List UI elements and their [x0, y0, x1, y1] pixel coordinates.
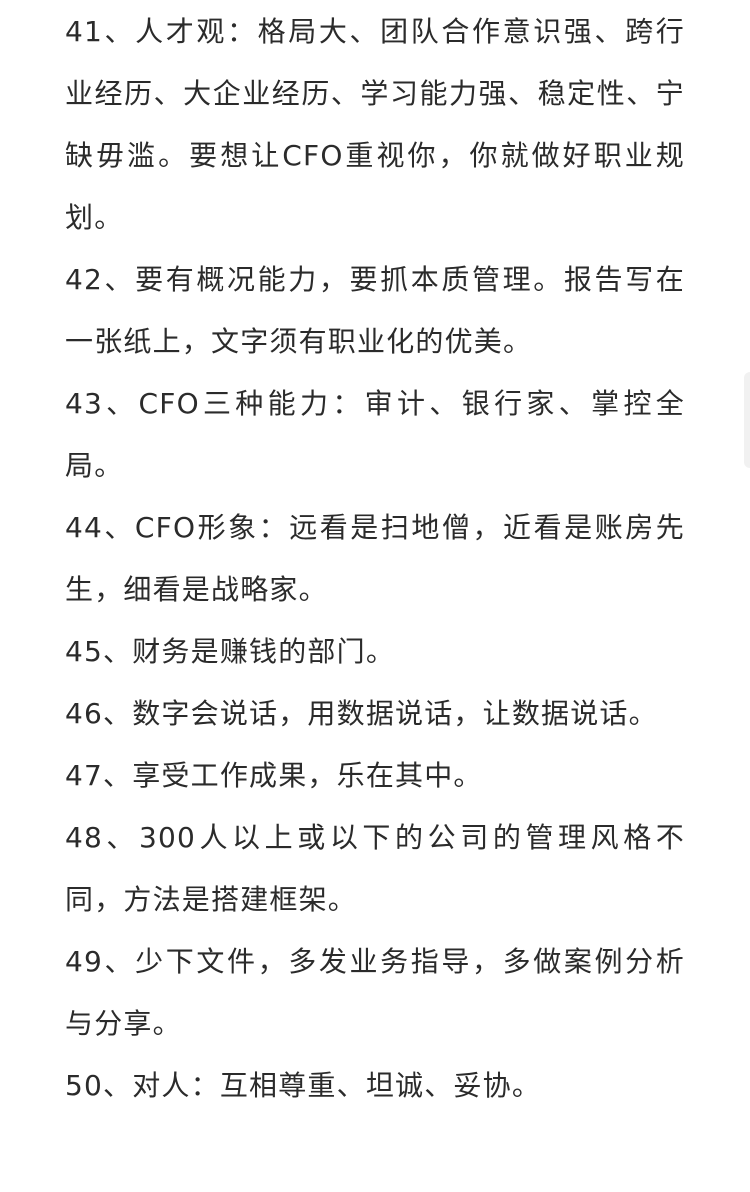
paragraph-43: 43、CFO三种能力：审计、银行家、掌控全局。: [65, 387, 685, 482]
paragraph-45: 45、财务是赚钱的部门。: [65, 635, 396, 668]
paragraph-50: 50、对人：互相尊重、坦诚、妥协。: [65, 1069, 542, 1102]
paragraph-49: 49、少下文件，多发业务指导，多做案例分析与分享。: [65, 945, 685, 1040]
side-edge-tab[interactable]: [744, 372, 750, 468]
paragraph-47: 47、享受工作成果，乐在其中。: [65, 759, 483, 792]
paragraph-41: 41、人才观：格局大、团队合作意识强、跨行业经历、大企业经历、学习能力强、稳定性…: [65, 15, 685, 234]
paragraph-42: 42、要有概况能力，要抓本质管理。报告写在一张纸上，文字须有职业化的优美。: [65, 263, 685, 358]
paragraph-46: 46、数字会说话，用数据说话，让数据说话。: [65, 697, 658, 730]
article-body: 41、人才观：格局大、团队合作意识强、跨行业经历、大企业经历、学习能力强、稳定性…: [65, 0, 685, 1117]
paragraph-44: 44、CFO形象：远看是扫地僧，近看是账房先生，细看是战略家。: [65, 511, 685, 606]
paragraph-48: 48、300人以上或以下的公司的管理风格不同，方法是搭建框架。: [65, 821, 685, 916]
